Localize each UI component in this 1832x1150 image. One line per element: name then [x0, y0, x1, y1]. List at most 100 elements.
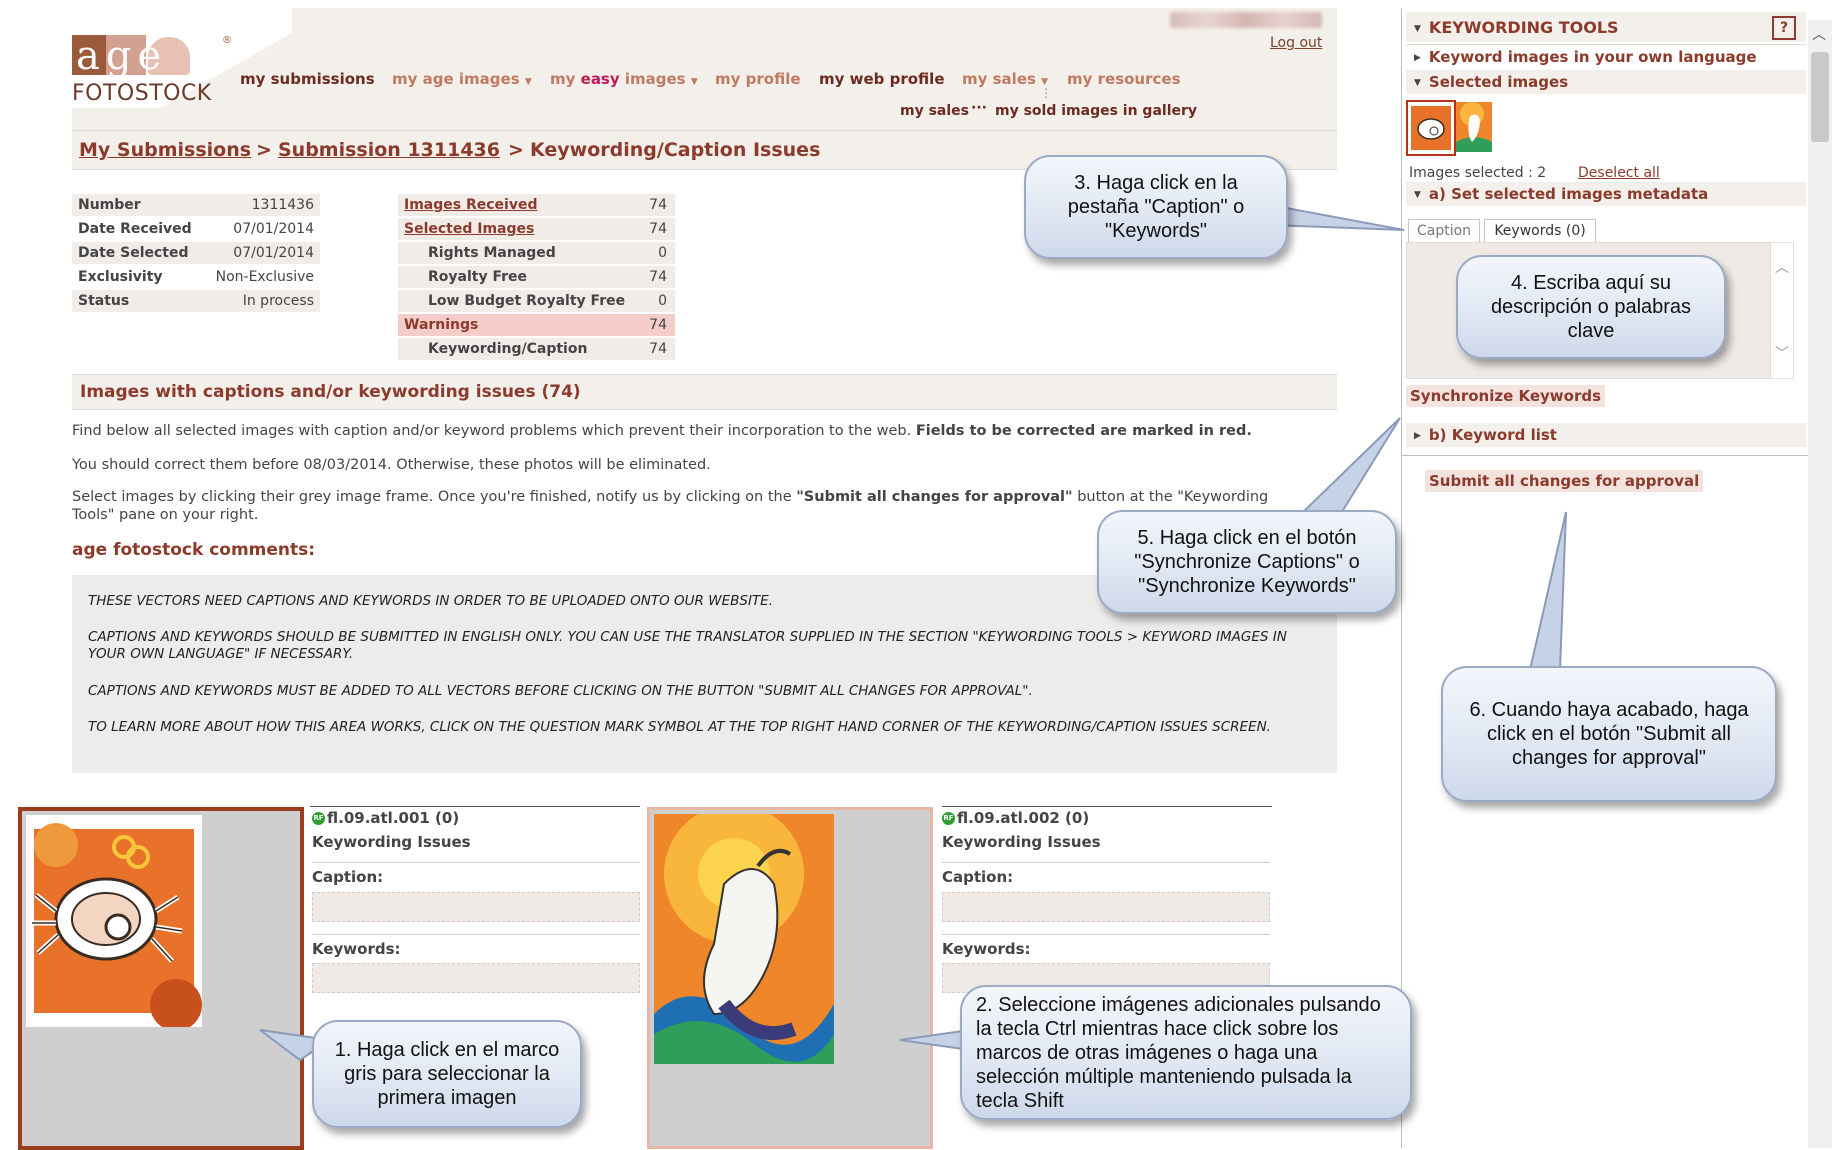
- caption-label: Caption:: [942, 868, 1014, 886]
- callout-3-pointer: [1269, 203, 1405, 231]
- selected-thumb-2[interactable]: [1456, 102, 1492, 152]
- nav-label-easy: easy: [580, 70, 620, 88]
- scroll-up-arrow-icon[interactable]: ︿: [1812, 24, 1826, 44]
- nav-label: my sales: [962, 70, 1036, 88]
- table-row: Exclusivity Non-Exclusive: [72, 266, 320, 288]
- image-frame-unselected[interactable]: [647, 804, 933, 1149]
- keywording-tools-header[interactable]: ▼ KEYWORDING TOOLS: [1406, 12, 1806, 42]
- subnav-ellipsis: ···: [971, 100, 987, 116]
- callout-4: 4. Escriba aquí su descripción o palabra…: [1456, 255, 1726, 359]
- nav-my-web-profile[interactable]: my web profile: [819, 70, 945, 88]
- table-row: Low Budget Royalty Free 0: [398, 290, 675, 312]
- info-value: 74: [649, 197, 667, 213]
- info-value: 1311436: [251, 197, 314, 213]
- keyword-list-header[interactable]: ▶ b) Keyword list: [1406, 423, 1806, 447]
- royalty-free-badge-icon: RF: [942, 812, 955, 825]
- nav-label-prefix: my: [550, 70, 581, 88]
- nav-label: my resources: [1067, 70, 1181, 88]
- keywording-tools-title: ▼ KEYWORDING TOOLS: [1414, 18, 1619, 37]
- metadata-title: ▼ a) Set selected images metadata: [1414, 185, 1708, 203]
- callout-3: 3. Haga click en la pestaña "Caption" o …: [1024, 155, 1288, 259]
- instruction-text: Select images by clicking their grey ima…: [72, 489, 792, 505]
- keywords-field[interactable]: [312, 963, 640, 993]
- image-frame-selected[interactable]: [18, 807, 304, 1150]
- breadcrumb-submission[interactable]: Submission 1311436: [278, 139, 500, 161]
- card-divider: [942, 934, 1270, 935]
- nav-my-sales[interactable]: my sales ▼: [962, 70, 1048, 88]
- info-value: 0: [658, 293, 667, 309]
- keyword-own-language-link[interactable]: ▶ Keyword images in your own language: [1414, 48, 1757, 66]
- info-value: Non-Exclusive: [215, 269, 314, 285]
- image-name: RF fl.09.atl.002 (0): [942, 809, 1089, 827]
- nav-my-resources[interactable]: my resources: [1067, 70, 1181, 88]
- textarea-scrollbar[interactable]: ︿ ﹀: [1770, 243, 1793, 378]
- comments-title: age fotostock comments:: [72, 540, 316, 560]
- scroll-up-chevron-icon[interactable]: ︿: [1775, 257, 1789, 277]
- table-row: Keywording/Caption 74: [398, 338, 675, 360]
- synchronize-keywords-button[interactable]: Synchronize Keywords: [1406, 385, 1606, 407]
- nav-label: my web profile: [819, 70, 945, 88]
- submit-all-changes-button[interactable]: Submit all changes for approval: [1425, 470, 1704, 492]
- capricorn-mini-image: [1456, 102, 1492, 152]
- keywording-issues-label: Keywording Issues: [312, 833, 471, 851]
- instructions-paragraph: Find below all selected images with capt…: [72, 422, 1337, 440]
- caption-field[interactable]: [312, 892, 640, 922]
- logout-link[interactable]: Log out: [1270, 35, 1322, 51]
- issues-section-header: Images with captions and/or keywording i…: [72, 374, 1337, 410]
- deselect-all-link[interactable]: Deselect all: [1578, 165, 1660, 181]
- instruction-bold: Fields to be corrected are marked in red…: [915, 423, 1252, 439]
- logo-text: FOTOSTOCK: [72, 81, 212, 106]
- scroll-down-chevron-icon[interactable]: ﹀: [1775, 343, 1789, 363]
- subnav-my-sold-images[interactable]: my sold images in gallery: [995, 103, 1197, 119]
- card-divider: [312, 934, 640, 935]
- expand-triangle-icon: ▼: [1414, 189, 1421, 200]
- keyword-list-title: ▶ b) Keyword list: [1414, 426, 1557, 444]
- agefotostock-logo[interactable]: age FOTOSTOCK ®: [72, 33, 232, 107]
- dropdown-arrow-icon: ▼: [690, 77, 698, 87]
- nav-my-profile[interactable]: my profile: [715, 70, 801, 88]
- caption-field[interactable]: [942, 892, 1270, 922]
- subnav-my-sales[interactable]: my sales: [900, 103, 969, 119]
- nav-my-easy-images[interactable]: my easy images ▼: [550, 70, 698, 88]
- comment-line: CAPTIONS AND KEYWORDS SHOULD BE SUBMITTE…: [88, 629, 1287, 662]
- info-label: Status: [78, 293, 130, 309]
- page-scrollbar[interactable]: [1808, 20, 1832, 1148]
- table-row: Date Selected 07/01/2014: [72, 242, 320, 264]
- selected-images-link[interactable]: Selected Images: [404, 221, 534, 237]
- info-value: 74: [649, 341, 667, 357]
- info-label: Rights Managed: [428, 245, 556, 261]
- table-row: Rights Managed 0: [398, 242, 675, 264]
- card-divider: [310, 806, 640, 807]
- keywording-issues-label: Keywording Issues: [942, 833, 1101, 851]
- info-value: 74: [649, 269, 667, 285]
- table-row: Status In process: [72, 290, 320, 312]
- caption-label: Caption:: [312, 868, 384, 886]
- image-filename: fl.09.atl.001 (0): [327, 809, 460, 827]
- nav-my-age-images[interactable]: my age images ▼: [392, 70, 532, 88]
- table-row: Images Received 74: [398, 194, 675, 216]
- page-scrollbar-thumb[interactable]: [1811, 52, 1829, 142]
- selected-images-header[interactable]: ▼ Selected images: [1406, 70, 1806, 94]
- nav-label: my submissions: [240, 70, 375, 88]
- help-question-icon[interactable]: ?: [1772, 16, 1796, 40]
- panel-divider: [1401, 8, 1402, 1148]
- item-label: b) Keyword list: [1428, 426, 1557, 444]
- blurred-username: [1170, 12, 1322, 28]
- info-label: Exclusivity: [78, 269, 163, 285]
- nav-label: my profile: [715, 70, 801, 88]
- info-label: Low Budget Royalty Free: [428, 293, 626, 309]
- metadata-section-header[interactable]: ▼ a) Set selected images metadata: [1406, 182, 1806, 206]
- nav-my-submissions[interactable]: my submissions: [240, 70, 375, 88]
- instruction-text: button at the "Keywording: [1077, 489, 1269, 505]
- card-divider: [942, 862, 1270, 863]
- images-received-link[interactable]: Images Received: [404, 197, 537, 213]
- image-filename: fl.09.atl.002 (0): [957, 809, 1090, 827]
- comment-line: TO LEARN MORE ABOUT HOW THIS AREA WORKS,…: [88, 719, 1271, 735]
- selected-thumb-1[interactable]: [1406, 100, 1456, 156]
- tab-caption[interactable]: Caption: [1408, 219, 1480, 243]
- breadcrumb-my-submissions[interactable]: My Submissions: [79, 139, 251, 161]
- capricorn-zodiac-image: [654, 804, 834, 1064]
- info-label: Number: [78, 197, 141, 213]
- keywords-label: Keywords:: [942, 940, 1031, 958]
- tab-keywords[interactable]: Keywords (0): [1484, 219, 1596, 243]
